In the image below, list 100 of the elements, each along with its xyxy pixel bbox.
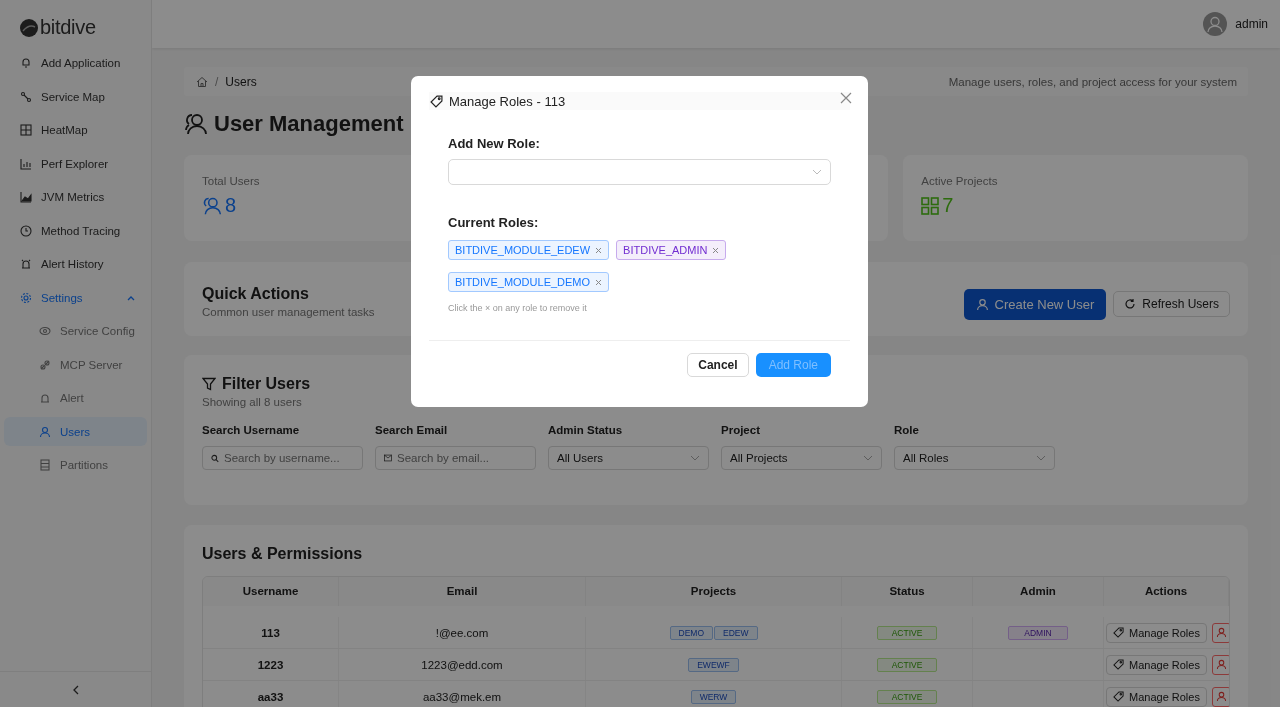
caret-icon xyxy=(812,169,822,175)
section-subtitle: Common user management tasks xyxy=(202,305,375,318)
nav-item[interactable]: Settings xyxy=(4,283,147,312)
field-label: Project xyxy=(721,424,761,436)
bell-icon xyxy=(20,57,32,69)
table-cell: !@ee.com xyxy=(339,617,586,648)
stat-value: 7 xyxy=(942,194,954,217)
project-tag: DEMO xyxy=(669,625,713,640)
logo-icon xyxy=(19,17,39,38)
field-label: Admin Status xyxy=(548,424,624,436)
section-title: Users & Permissions xyxy=(202,545,363,562)
filter-icon xyxy=(202,377,216,391)
delete-user-button[interactable] xyxy=(1211,654,1229,675)
section-title: Quick Actions xyxy=(202,284,310,303)
users-icon xyxy=(184,112,208,136)
eye-icon xyxy=(39,325,51,337)
project-tag: EWEWF xyxy=(688,657,739,672)
cancel-button[interactable]: Cancel xyxy=(687,353,749,377)
nav-item[interactable]: Users xyxy=(4,417,147,446)
nav-item[interactable]: Method Tracing xyxy=(4,216,147,245)
home-icon[interactable] xyxy=(196,75,208,88)
role-tag: BITDIVE_MODULE_EDEW xyxy=(448,240,610,260)
map-icon xyxy=(20,90,32,103)
collapse-icon[interactable] xyxy=(71,684,80,695)
field-label: Current Roles: xyxy=(448,215,540,230)
select-field[interactable]: All Projects xyxy=(721,446,882,470)
remove-icon[interactable] xyxy=(595,278,603,286)
stat-label: Total Users xyxy=(202,175,261,187)
user-icon xyxy=(975,297,989,311)
table-cell: 113 xyxy=(203,617,339,648)
tag-icon xyxy=(1113,659,1124,670)
refresh-button[interactable]: Refresh Users xyxy=(1113,291,1230,317)
manage-roles-button[interactable]: Manage Roles xyxy=(1106,622,1207,643)
logo-text: bitdive xyxy=(40,16,96,39)
grid-icon xyxy=(20,124,32,136)
field-label: Add New Role: xyxy=(448,136,541,151)
nav-item[interactable]: Service Config xyxy=(4,316,147,346)
nav-item[interactable]: JVM Metrics xyxy=(4,182,147,212)
select-field[interactable]: All Users xyxy=(548,446,709,470)
stat-label: Active Projects xyxy=(921,175,999,187)
page-title: User Management xyxy=(214,111,404,137)
nav-item[interactable]: Alert History xyxy=(4,249,147,279)
role-tag: BITDIVE_MODULE_DEMO xyxy=(448,272,610,292)
mail-icon xyxy=(384,453,392,463)
nav-item[interactable]: MCP Server xyxy=(4,350,147,379)
tag-icon xyxy=(1113,691,1124,702)
page-subtitle: Manage users, roles, and project access for your system xyxy=(948,75,1237,88)
user-icon xyxy=(1215,659,1227,670)
field-label: Role xyxy=(894,424,920,436)
nav-item[interactable]: Perf Explorer xyxy=(4,149,147,178)
user-icon xyxy=(1215,691,1227,702)
table-cell: 1223 xyxy=(203,649,339,680)
nav-item[interactable]: Service Map xyxy=(4,82,147,111)
create-user-button[interactable]: Create New User xyxy=(963,288,1107,320)
close-icon[interactable] xyxy=(840,92,852,104)
refresh-icon xyxy=(1124,298,1137,310)
nav-item[interactable]: Partitions xyxy=(4,450,147,480)
table-cell: aa33@mek.em xyxy=(339,681,586,707)
nav-item[interactable]: HeatMap xyxy=(4,115,147,145)
section-subtitle: Showing all 8 users xyxy=(202,396,303,408)
remove-icon[interactable] xyxy=(712,246,720,254)
status-tag: ACTIVE xyxy=(877,689,937,704)
avatar-icon[interactable] xyxy=(1203,12,1228,36)
email-field[interactable]: Search by email... xyxy=(375,446,536,470)
hint-text: Click the × on any role to remove it xyxy=(448,303,588,313)
field-label: Search Email xyxy=(375,424,449,436)
project-tag: EDEW xyxy=(714,625,758,640)
text-input[interactable]: Search by username... xyxy=(224,452,354,464)
link-icon xyxy=(39,358,51,371)
search-field[interactable]: Search by username... xyxy=(202,446,363,470)
column-header: Actions xyxy=(1104,577,1229,606)
user-icon xyxy=(1215,627,1227,638)
breadcrumb-link[interactable]: Users xyxy=(225,74,257,89)
text-input[interactable]: Search by email... xyxy=(397,452,527,464)
delete-user-button[interactable] xyxy=(1211,686,1229,707)
select-field[interactable]: All Roles xyxy=(894,446,1055,470)
nav-item[interactable]: Alert xyxy=(4,383,147,413)
user-name[interactable]: admin xyxy=(1235,17,1268,31)
column-header: Username xyxy=(203,577,339,606)
manage-roles-button[interactable]: Manage Roles xyxy=(1106,654,1207,675)
field-label: Search Username xyxy=(202,424,301,436)
project-tag: WERW xyxy=(690,689,737,704)
status-tag: ACTIVE xyxy=(877,657,937,672)
settings-icon xyxy=(20,291,32,304)
tag-icon xyxy=(430,94,443,108)
tag-icon xyxy=(1113,627,1124,638)
stat-value: 8 xyxy=(225,194,237,217)
section-title: Filter Users xyxy=(222,375,311,393)
remove-icon[interactable] xyxy=(595,246,603,254)
table-cell: 1223@edd.com xyxy=(339,649,586,680)
bars-icon xyxy=(20,157,32,170)
db-icon xyxy=(39,459,51,471)
clock-icon xyxy=(20,224,32,237)
area-icon xyxy=(20,191,32,203)
search-icon xyxy=(211,452,219,464)
manage-roles-button[interactable]: Manage Roles xyxy=(1106,686,1207,707)
nav-item[interactable]: Add Application xyxy=(4,48,147,78)
role-tag: BITDIVE_ADMIN xyxy=(616,240,727,260)
column-header: Email xyxy=(339,577,586,606)
delete-user-button[interactable] xyxy=(1211,622,1229,643)
